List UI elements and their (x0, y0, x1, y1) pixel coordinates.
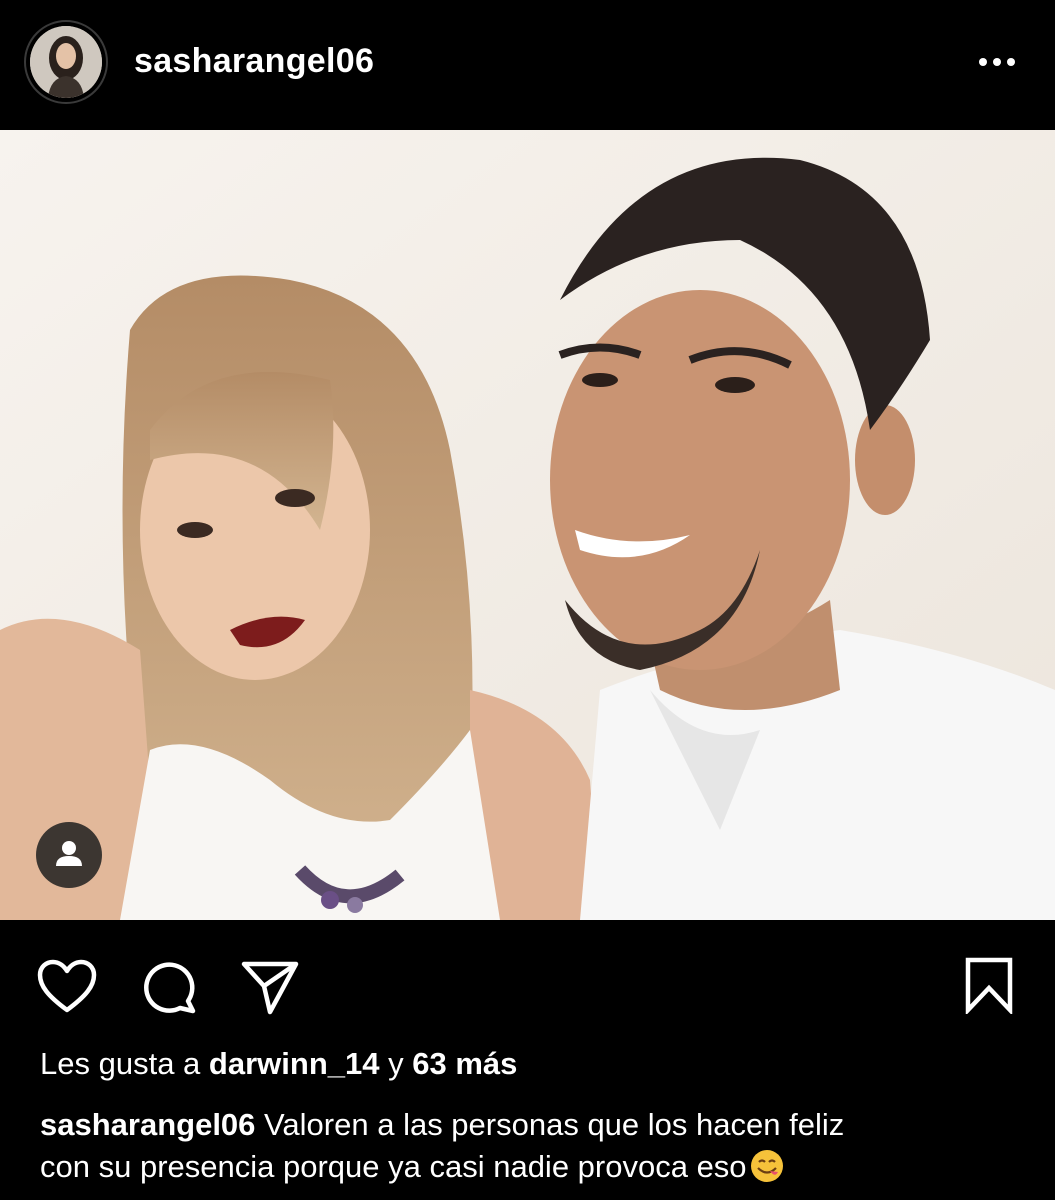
post-action-bar (0, 920, 1055, 1030)
likes-others-link[interactable]: 63 más (412, 1046, 517, 1081)
paper-plane-icon (241, 961, 299, 1015)
liker-username[interactable]: darwinn_14 (209, 1046, 380, 1081)
more-options-button[interactable] (975, 44, 1019, 80)
save-button[interactable] (964, 956, 1014, 1019)
post-caption: sasharangel06 Valoren a las personas que… (40, 1104, 1020, 1188)
share-button[interactable] (240, 958, 300, 1021)
avatar-image (30, 26, 102, 98)
caption-text-line1: Valoren a las personas que los hacen fel… (264, 1107, 845, 1142)
person-tag-icon (56, 841, 82, 866)
likes-summary: Les gusta a darwinn_14 y 63 más (40, 1046, 517, 1082)
like-button[interactable] (36, 958, 98, 1019)
caption-text-line2: con su presencia porque ya casi nadie pr… (40, 1149, 747, 1184)
post-photo[interactable] (0, 130, 1055, 920)
post-image (0, 130, 1055, 920)
post-header: sasharangel06 (0, 0, 1055, 130)
likes-conjunction: y (388, 1046, 404, 1081)
caption-username[interactable]: sasharangel06 (40, 1107, 255, 1142)
face-savoring-food-emoji (750, 1150, 783, 1182)
more-horizontal-icon (979, 58, 1015, 66)
tagged-people-button[interactable] (36, 822, 102, 888)
likes-prefix: Les gusta a (40, 1046, 201, 1081)
heart-icon (37, 959, 97, 1013)
instagram-post: sasharangel06 Les gusta a darwinn_14 y 6… (0, 0, 1055, 1200)
bookmark-icon (965, 957, 1013, 1016)
comment-button[interactable] (140, 958, 198, 1021)
profile-avatar[interactable] (24, 20, 108, 104)
comment-bubble-icon (144, 962, 196, 1014)
post-username[interactable]: sasharangel06 (134, 42, 374, 81)
